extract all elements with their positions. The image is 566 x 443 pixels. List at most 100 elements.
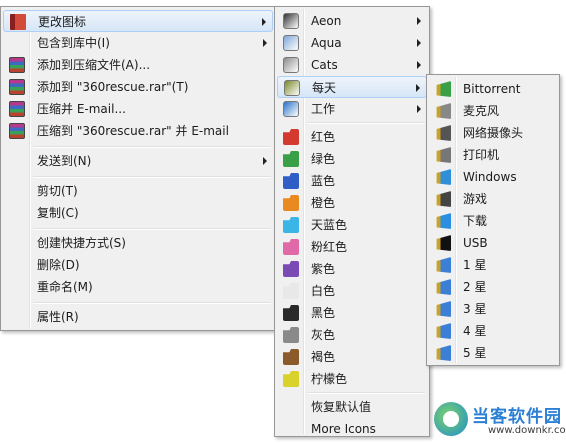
aeon-folder-icon <box>283 13 299 29</box>
submenu-arrow-icon <box>416 84 420 92</box>
menu-item-download[interactable]: 下载 <box>429 210 557 232</box>
menu-item-brown[interactable]: 褐色 <box>277 346 427 368</box>
menu-item-restore-defaults[interactable]: 恢复默认值 <box>277 396 427 418</box>
menu-item-label: 粉红色 <box>311 240 348 254</box>
submenu-arrow-icon <box>262 18 266 26</box>
menu-item-green[interactable]: 绿色 <box>277 148 427 170</box>
menu-item-red[interactable]: 红色 <box>277 126 427 148</box>
menu-item-label: 属性(R) <box>37 310 79 324</box>
menu-item-bittorrent[interactable]: Bittorrent <box>429 78 557 100</box>
brown-folder-icon <box>283 349 299 365</box>
menu-item-label: Aeon <box>311 14 342 28</box>
printer-folder-icon <box>436 147 451 163</box>
menu-separator <box>307 122 425 124</box>
menu-item-label: 发送到(N) <box>37 154 92 168</box>
menu-item-pink[interactable]: 粉红色 <box>277 236 427 258</box>
menu-item-label: 紫色 <box>311 262 336 276</box>
submenu-arrow-icon <box>417 105 421 113</box>
menu-item-copy[interactable]: 复制(C) <box>3 202 273 224</box>
menu-item-gray[interactable]: 灰色 <box>277 324 427 346</box>
menu-item-properties[interactable]: 属性(R) <box>3 306 273 328</box>
menu-item-more-icons[interactable]: More Icons <box>277 418 427 440</box>
menu-item-label: 橙色 <box>311 196 336 210</box>
usb-folder-icon <box>436 235 451 251</box>
menu-item-send-to[interactable]: 发送到(N) <box>3 150 273 172</box>
menu-item-work[interactable]: 工作 <box>277 98 427 120</box>
menu-item-label: 每天 <box>312 81 337 95</box>
menu-item-purple[interactable]: 紫色 <box>277 258 427 280</box>
menu-item-daily[interactable]: 每天 <box>277 76 427 98</box>
menu-item-label: Aqua <box>311 36 342 50</box>
menu-item-printer[interactable]: 打印机 <box>429 144 557 166</box>
menu-item-4-star[interactable]: 4 星 <box>429 320 557 342</box>
purple-folder-icon <box>283 261 299 277</box>
menu-item-label: 重命名(M) <box>37 280 93 294</box>
menu-item-label: 复制(C) <box>37 206 79 220</box>
menu-item-microphone[interactable]: 麦克风 <box>429 100 557 122</box>
menu-item-label: 1 星 <box>463 258 487 272</box>
blue-folder-icon <box>283 173 299 189</box>
black-folder-icon <box>283 305 299 321</box>
red-folder-icon <box>283 129 299 145</box>
5-star-folder-icon <box>436 345 451 361</box>
menu-item-label: 创建快捷方式(S) <box>37 236 126 250</box>
menu-item-compress-email[interactable]: 压缩并 E-mail... <box>3 98 273 120</box>
green-folder-icon <box>283 151 299 167</box>
menu-item-aqua[interactable]: Aqua <box>277 32 427 54</box>
1-star-folder-icon <box>436 257 451 273</box>
menu-item-create-shortcut[interactable]: 创建快捷方式(S) <box>3 232 273 254</box>
4-star-folder-icon <box>436 323 451 339</box>
menu-item-change-icon[interactable]: 更改图标 <box>3 10 273 32</box>
menu-item-aeon[interactable]: Aeon <box>277 10 427 32</box>
context-menu: 更改图标 包含到库中(I) 添加到压缩文件(A)... 添加到 "360resc… <box>0 6 276 331</box>
menu-item-blue[interactable]: 蓝色 <box>277 170 427 192</box>
menu-separator <box>33 146 271 148</box>
menu-item-label: 黑色 <box>311 306 336 320</box>
menu-item-label: 绿色 <box>311 152 336 166</box>
menu-item-rename[interactable]: 重命名(M) <box>3 276 273 298</box>
menu-item-label: USB <box>463 236 488 250</box>
menu-item-windows[interactable]: Windows <box>429 166 557 188</box>
orange-folder-icon <box>283 195 299 211</box>
menu-item-label: 网络摄像头 <box>463 126 524 140</box>
submenu-arrow-icon <box>417 17 421 25</box>
submenu-arrow-icon <box>417 61 421 69</box>
menu-item-usb[interactable]: USB <box>429 232 557 254</box>
menu-item-label: 4 星 <box>463 324 487 338</box>
menu-item-add-to-archive[interactable]: 添加到压缩文件(A)... <box>3 54 273 76</box>
menu-item-games[interactable]: 游戏 <box>429 188 557 210</box>
menu-separator <box>33 176 271 178</box>
menu-item-2-star[interactable]: 2 星 <box>429 276 557 298</box>
menu-item-1-star[interactable]: 1 星 <box>429 254 557 276</box>
menu-item-label: 3 星 <box>463 302 487 316</box>
menu-item-black[interactable]: 黑色 <box>277 302 427 324</box>
menu-item-delete[interactable]: 删除(D) <box>3 254 273 276</box>
menu-item-3-star[interactable]: 3 星 <box>429 298 557 320</box>
menu-item-cats[interactable]: Cats <box>277 54 427 76</box>
gray-folder-icon <box>283 327 299 343</box>
change-icon-submenu: Aeon Aqua Cats 每天工作红色绿色蓝色橙色天蓝色粉红色紫色白色黑色灰色 褐色… <box>274 6 430 437</box>
pink-folder-icon <box>283 239 299 255</box>
menu-item-cut[interactable]: 剪切(T) <box>3 180 273 202</box>
menu-item-lemon[interactable]: 柠檬色 <box>277 368 427 390</box>
menu-item-orange[interactable]: 橙色 <box>277 192 427 214</box>
3-star-folder-icon <box>436 301 451 317</box>
menu-item-label: 压缩并 E-mail... <box>37 102 126 116</box>
lemon-folder-icon <box>283 371 299 387</box>
webcam-folder-icon <box>436 125 451 141</box>
menu-item-label: 麦克风 <box>463 104 500 118</box>
games-folder-icon <box>436 191 451 207</box>
menu-item-sky-blue[interactable]: 天蓝色 <box>277 214 427 236</box>
menu-item-compress-rar-email[interactable]: 压缩到 "360rescue.rar" 并 E-mail <box>3 120 273 142</box>
menu-item-webcam[interactable]: 网络摄像头 <box>429 122 557 144</box>
menu-item-add-to-rar[interactable]: 添加到 "360rescue.rar"(T) <box>3 76 273 98</box>
site-watermark: 当客软件园 www.downkr.com <box>430 398 566 443</box>
menu-item-white[interactable]: 白色 <box>277 280 427 302</box>
menu-item-include-in-library[interactable]: 包含到库中(I) <box>3 32 273 54</box>
menu-separator <box>33 228 271 230</box>
menu-item-label: 红色 <box>311 130 336 144</box>
menu-separator <box>307 392 425 394</box>
menu-item-5-star[interactable]: 5 星 <box>429 342 557 364</box>
winrar-archive-icon <box>9 101 25 117</box>
submenu-arrow-icon <box>263 39 267 47</box>
